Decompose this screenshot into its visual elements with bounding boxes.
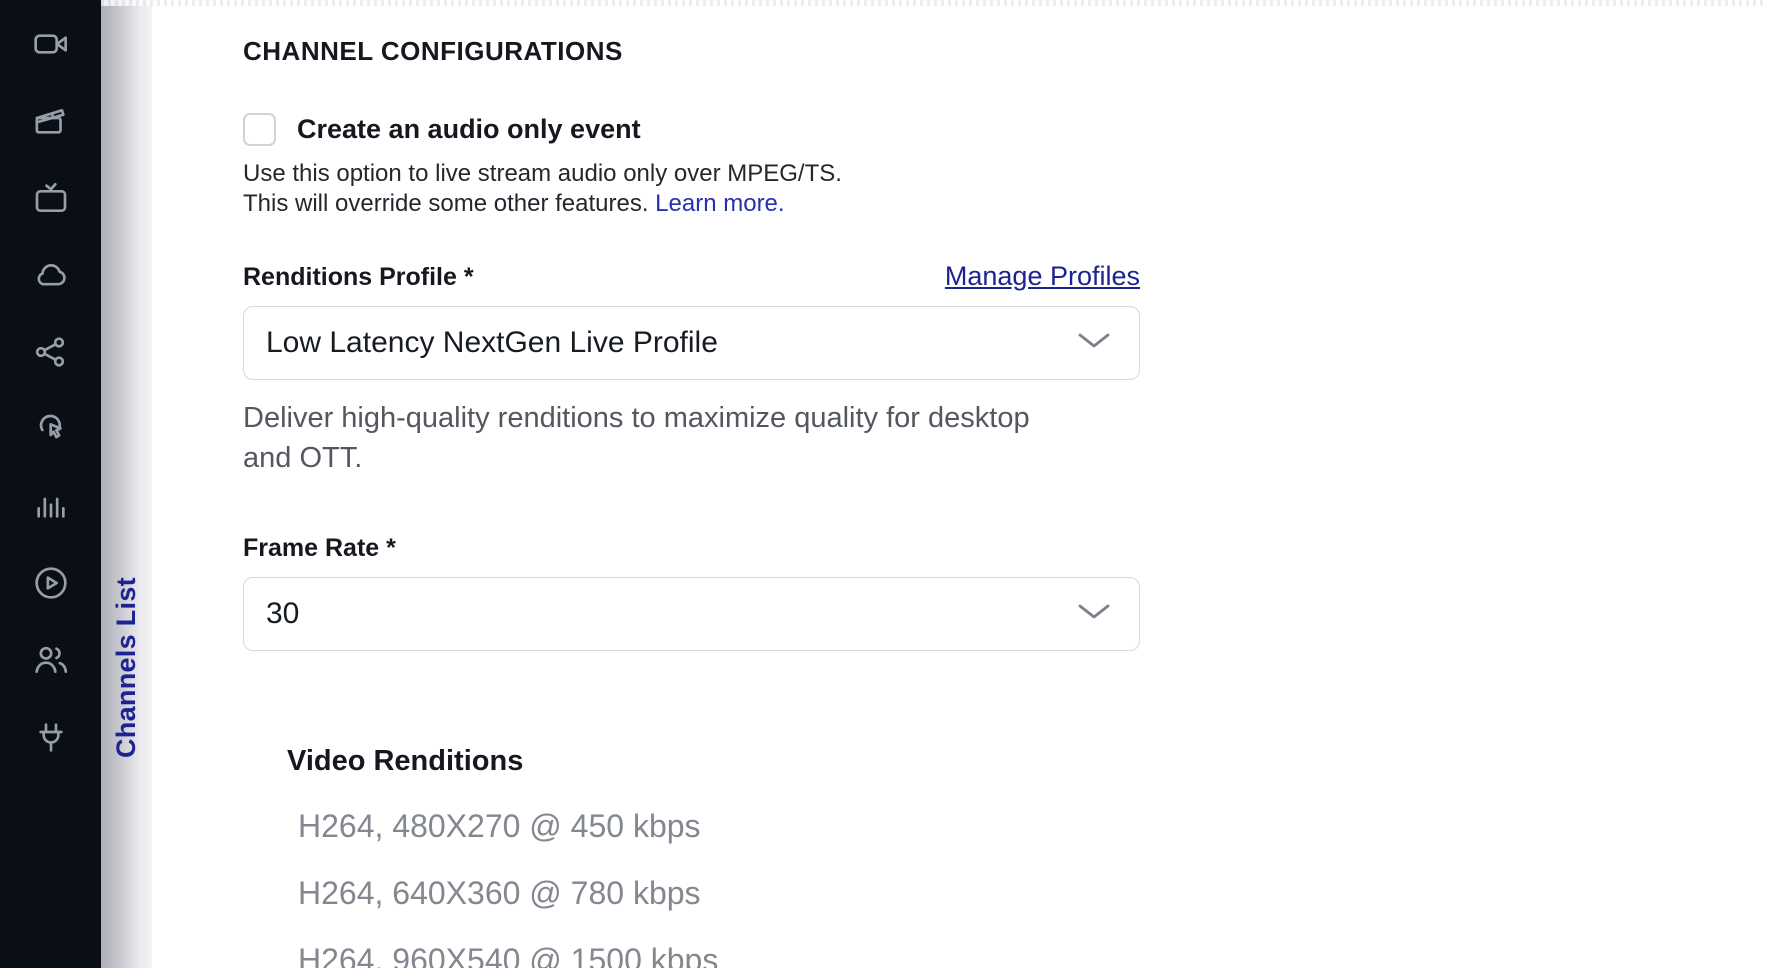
frame-rate-header: Frame Rate * bbox=[243, 534, 1140, 563]
sidebar-item-analytics[interactable] bbox=[29, 488, 73, 528]
audio-only-label[interactable]: Create an audio only event bbox=[297, 114, 641, 145]
analytics-bars-icon bbox=[31, 486, 71, 531]
renditions-profile-value: Low Latency NextGen Live Profile bbox=[266, 326, 718, 360]
video-rendition-item: H264, 640X360 @ 780 kbps bbox=[298, 875, 1766, 912]
renditions-profile-helper: Deliver high-quality renditions to maxim… bbox=[243, 398, 1203, 478]
sidebar-rail bbox=[0, 0, 101, 968]
sidebar-item-player[interactable] bbox=[29, 565, 73, 605]
video-renditions-title: Video Renditions bbox=[287, 745, 1766, 778]
frame-rate-label: Frame Rate * bbox=[243, 534, 396, 563]
channels-list-toggle[interactable]: Channels List bbox=[101, 578, 152, 758]
renditions-profile-helper-line1: Deliver high-quality renditions to maxim… bbox=[243, 402, 1030, 434]
clapperboard-icon bbox=[31, 101, 71, 146]
manage-profiles-link[interactable]: Manage Profiles bbox=[945, 261, 1140, 292]
frame-rate-value: 30 bbox=[266, 597, 299, 631]
renditions-profile-select[interactable]: Low Latency NextGen Live Profile bbox=[243, 306, 1140, 380]
audio-only-description-line2: This will override some other features. bbox=[243, 190, 649, 217]
live-tv-icon bbox=[31, 178, 71, 223]
sidebar-item-video[interactable] bbox=[29, 26, 73, 66]
top-edge-artifact bbox=[101, 0, 1766, 6]
frame-rate-select[interactable]: 30 bbox=[243, 577, 1140, 651]
sidebar-item-share[interactable] bbox=[29, 334, 73, 374]
chevron-down-icon bbox=[1077, 332, 1111, 355]
channels-panel-strip: Channels List bbox=[101, 0, 152, 968]
learn-more-link[interactable]: Learn more. bbox=[655, 190, 784, 217]
video-rendition-item: H264, 960X540 @ 1500 kbps bbox=[298, 942, 1766, 968]
audio-only-description: Use this option to live stream audio onl… bbox=[243, 159, 1766, 219]
sidebar-item-live-tv[interactable] bbox=[29, 180, 73, 220]
renditions-profile-header: Renditions Profile * Manage Profiles bbox=[243, 261, 1140, 292]
audio-only-row: Create an audio only event bbox=[243, 113, 1766, 146]
renditions-profile-label: Renditions Profile * bbox=[243, 263, 474, 292]
audio-only-checkbox[interactable] bbox=[243, 113, 276, 146]
video-camera-icon bbox=[31, 24, 71, 69]
share-icon bbox=[31, 332, 71, 377]
sidebar-item-cloud[interactable] bbox=[29, 257, 73, 297]
sidebar-item-media[interactable] bbox=[29, 103, 73, 143]
sidebar-item-users[interactable] bbox=[29, 642, 73, 682]
video-renditions-list: H264, 480X270 @ 450 kbps H264, 640X360 @… bbox=[298, 808, 1766, 968]
sidebar-item-interactivity[interactable] bbox=[29, 411, 73, 451]
plug-icon bbox=[31, 717, 71, 762]
page-title: CHANNEL CONFIGURATIONS bbox=[243, 36, 1766, 67]
video-renditions-section: Video Renditions H264, 480X270 @ 450 kbp… bbox=[287, 745, 1766, 968]
app-window: Channels List CHANNEL CONFIGURATIONS Cre… bbox=[0, 0, 1766, 968]
audio-only-description-line1: Use this option to live stream audio onl… bbox=[243, 160, 842, 187]
sidebar-item-integrations[interactable] bbox=[29, 719, 73, 759]
channel-configurations-panel: CHANNEL CONFIGURATIONS Create an audio o… bbox=[152, 0, 1766, 968]
renditions-profile-helper-line2: and OTT. bbox=[243, 442, 362, 474]
chevron-down-icon bbox=[1077, 603, 1111, 626]
video-rendition-item: H264, 480X270 @ 450 kbps bbox=[298, 808, 1766, 845]
users-icon bbox=[31, 640, 71, 685]
play-circle-icon bbox=[31, 563, 71, 608]
cloud-icon bbox=[31, 255, 71, 300]
tap-interact-icon bbox=[31, 409, 71, 454]
